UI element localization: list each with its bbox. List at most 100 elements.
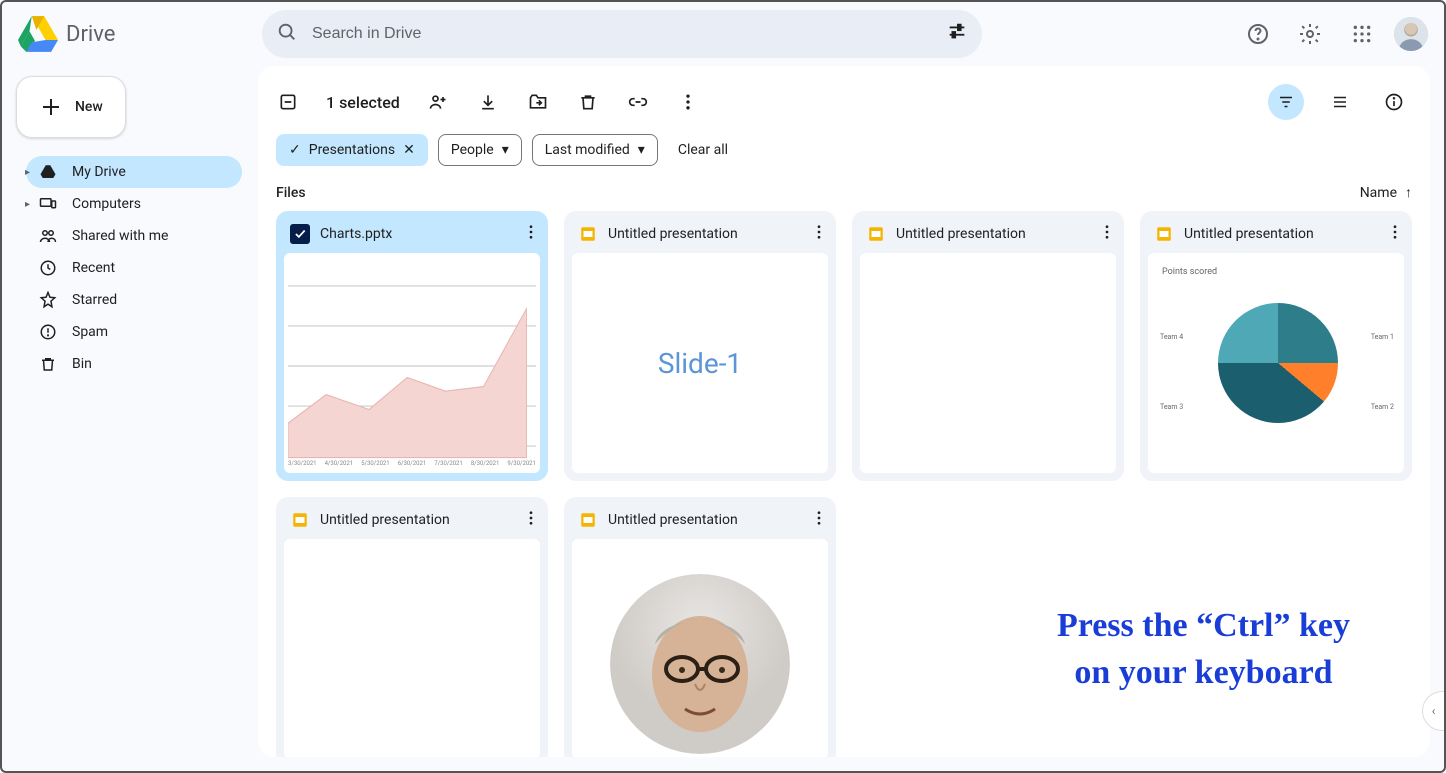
drive-icon xyxy=(38,163,58,181)
help-icon[interactable] xyxy=(1238,14,1278,54)
nav-shared[interactable]: Shared with me xyxy=(26,220,242,252)
sort-toggle[interactable]: Name ↑ xyxy=(1360,184,1412,201)
deselect-icon[interactable] xyxy=(276,92,300,112)
file-card[interactable]: Untitled presentation xyxy=(564,497,836,757)
pie-title: Points scored xyxy=(1162,267,1217,277)
product-name: Drive xyxy=(66,22,115,47)
thumbnail xyxy=(284,539,540,757)
close-icon[interactable]: ✕ xyxy=(403,142,415,158)
instruction-annotation: Press the “Ctrl” key on your keyboard xyxy=(1057,602,1350,697)
trash-icon xyxy=(38,355,58,373)
section-label: Files xyxy=(276,185,306,201)
list-view-icon[interactable] xyxy=(1322,84,1358,120)
move-icon[interactable] xyxy=(526,92,550,112)
slides-icon xyxy=(290,510,310,530)
file-name: Untitled presentation xyxy=(608,226,738,242)
drive-logo[interactable] xyxy=(18,14,58,54)
more-icon[interactable] xyxy=(1386,223,1404,245)
search-bar[interactable] xyxy=(262,10,982,58)
nav-label: Computers xyxy=(72,196,141,212)
share-icon[interactable] xyxy=(426,92,450,112)
portrait-image xyxy=(610,574,790,754)
nav-label: My Drive xyxy=(72,164,126,180)
chip-label: Presentations xyxy=(309,142,395,158)
file-card[interactable]: Untitled presentation xyxy=(276,497,548,757)
nav-label: Bin xyxy=(72,356,92,372)
check-icon: ✓ xyxy=(289,142,301,158)
arrow-up-icon: ↑ xyxy=(1405,184,1412,201)
clear-all[interactable]: Clear all xyxy=(678,142,728,158)
nav-my-drive[interactable]: My Drive xyxy=(26,156,242,188)
details-icon[interactable] xyxy=(1376,84,1412,120)
section-header: Files Name ↑ xyxy=(276,184,1412,201)
link-icon[interactable] xyxy=(626,92,650,112)
checkbox-checked-icon[interactable] xyxy=(290,224,310,244)
devices-icon xyxy=(38,195,58,213)
sort-label: Name xyxy=(1360,185,1397,201)
more-icon[interactable] xyxy=(810,223,828,245)
chip-modified[interactable]: Last modified ▾ xyxy=(532,134,658,166)
apps-icon[interactable] xyxy=(1342,14,1382,54)
slide-text: Slide-1 xyxy=(658,347,742,380)
action-bar: 1 selected xyxy=(276,76,1412,128)
nav-bin[interactable]: Bin xyxy=(26,348,242,380)
account-avatar[interactable] xyxy=(1394,17,1428,51)
file-name: Untitled presentation xyxy=(896,226,1026,242)
annotation-line1: Press the “Ctrl” key xyxy=(1057,602,1350,650)
clock-icon xyxy=(38,259,58,277)
chip-people[interactable]: People ▾ xyxy=(438,134,522,166)
search-icon xyxy=(276,21,298,47)
file-name: Untitled presentation xyxy=(320,512,450,528)
sidebar: New My Drive Computers Shared with me Re… xyxy=(2,66,258,771)
star-icon xyxy=(38,291,58,309)
file-card[interactable]: Charts.pptx 3/30/20214/30/20215/30/2 xyxy=(276,211,548,481)
search-input[interactable] xyxy=(312,25,932,43)
nav-spam[interactable]: Spam xyxy=(26,316,242,348)
chevron-down-icon: ▾ xyxy=(638,142,645,158)
pie-label: Team 4 xyxy=(1160,333,1183,341)
more-icon[interactable] xyxy=(522,509,540,531)
slides-icon xyxy=(578,510,598,530)
nav-label: Starred xyxy=(72,292,117,308)
download-icon[interactable] xyxy=(476,92,500,112)
new-button[interactable]: New xyxy=(16,76,126,138)
file-card[interactable]: Untitled presentation Points scored Team… xyxy=(1140,211,1412,481)
more-icon[interactable] xyxy=(1098,223,1116,245)
nav-computers[interactable]: Computers xyxy=(26,188,242,220)
more-icon[interactable] xyxy=(676,92,700,112)
file-name: Untitled presentation xyxy=(608,512,738,528)
delete-icon[interactable] xyxy=(576,92,600,112)
file-card[interactable]: Untitled presentation xyxy=(852,211,1124,481)
header: Drive xyxy=(2,2,1444,66)
file-card[interactable]: Untitled presentation Slide-1 xyxy=(564,211,836,481)
nav-recent[interactable]: Recent xyxy=(26,252,242,284)
more-icon[interactable] xyxy=(522,223,540,245)
selection-count: 1 selected xyxy=(326,93,400,112)
new-button-label: New xyxy=(75,99,103,115)
header-icons xyxy=(1238,14,1428,54)
search-options-icon[interactable] xyxy=(946,21,968,47)
nav-starred[interactable]: Starred xyxy=(26,284,242,316)
thumbnail xyxy=(860,253,1116,473)
pie-label: Team 1 xyxy=(1371,333,1394,341)
thumbnail: Slide-1 xyxy=(572,253,828,473)
file-name: Charts.pptx xyxy=(320,226,392,242)
nav-label: Spam xyxy=(72,324,108,340)
settings-icon[interactable] xyxy=(1290,14,1330,54)
chevron-down-icon: ▾ xyxy=(502,142,509,158)
slides-icon xyxy=(866,224,886,244)
nav-label: Shared with me xyxy=(72,228,168,244)
spam-icon xyxy=(38,323,58,341)
filter-icon[interactable] xyxy=(1268,84,1304,120)
chip-type[interactable]: ✓ Presentations ✕ xyxy=(276,134,428,166)
more-icon[interactable] xyxy=(810,509,828,531)
logo-area: Drive xyxy=(18,14,254,54)
filter-row: ✓ Presentations ✕ People ▾ Last modified… xyxy=(276,134,1412,166)
pie-label: Team 3 xyxy=(1160,403,1183,411)
slides-icon xyxy=(1154,224,1174,244)
chip-label: People xyxy=(451,142,494,158)
chip-label: Last modified xyxy=(545,142,630,158)
thumbnail: 3/30/20214/30/20215/30/20216/30/20217/30… xyxy=(284,253,540,473)
thumbnail xyxy=(572,539,828,757)
pie-label: Team 2 xyxy=(1371,403,1394,411)
